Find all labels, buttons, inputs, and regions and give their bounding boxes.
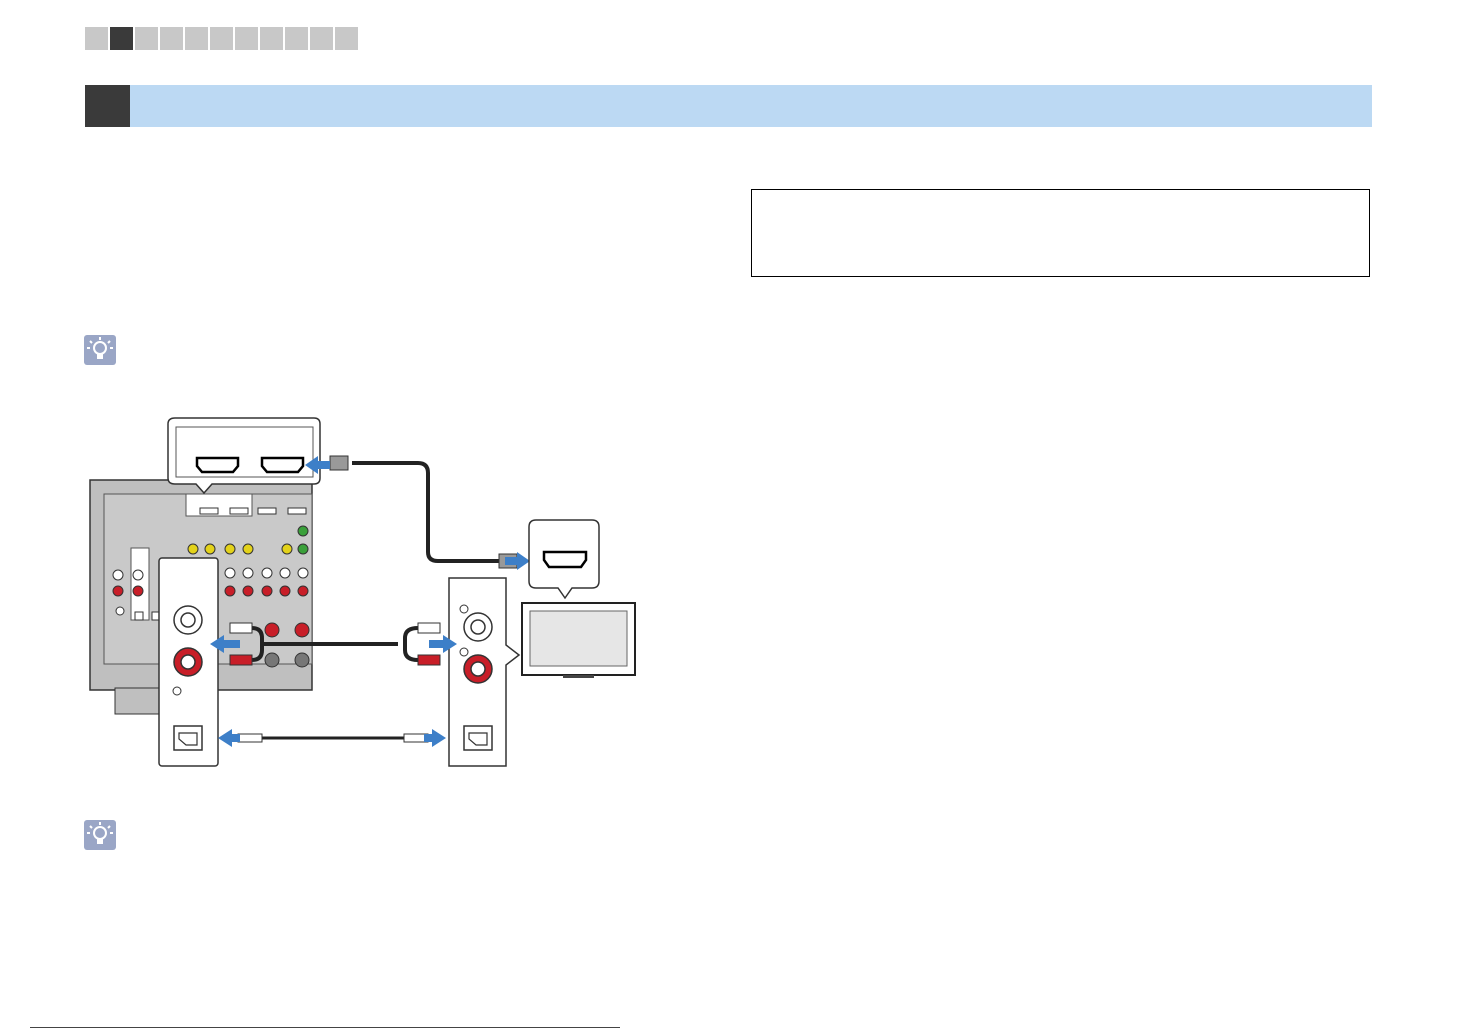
section-header — [85, 85, 1372, 127]
step-5[interactable] — [185, 27, 208, 50]
section-number — [85, 85, 130, 127]
step-4[interactable] — [160, 27, 183, 50]
step-7[interactable] — [235, 27, 258, 50]
footer-rule — [30, 1027, 620, 1028]
optical-cable — [218, 729, 446, 747]
tv-hdmi-callout — [528, 519, 600, 600]
note-box — [751, 189, 1370, 277]
step-indicator — [85, 27, 358, 50]
receiver-audio-panel — [158, 557, 219, 767]
step-6[interactable] — [210, 27, 233, 50]
step-3[interactable] — [135, 27, 158, 50]
tv-icon — [521, 602, 636, 678]
lightbulb-icon — [84, 335, 116, 365]
lightbulb-icon — [84, 820, 116, 850]
step-10[interactable] — [310, 27, 333, 50]
connection-diagram — [89, 417, 636, 767]
hdmi-cable — [305, 455, 530, 570]
step-11[interactable] — [335, 27, 358, 50]
tv-audio-panel — [448, 577, 521, 767]
hdmi-callout — [167, 417, 321, 495]
step-9[interactable] — [285, 27, 308, 50]
hdmi-port-icon — [542, 550, 588, 569]
step-2[interactable] — [110, 27, 133, 50]
step-1[interactable] — [85, 27, 108, 50]
step-8[interactable] — [260, 27, 283, 50]
